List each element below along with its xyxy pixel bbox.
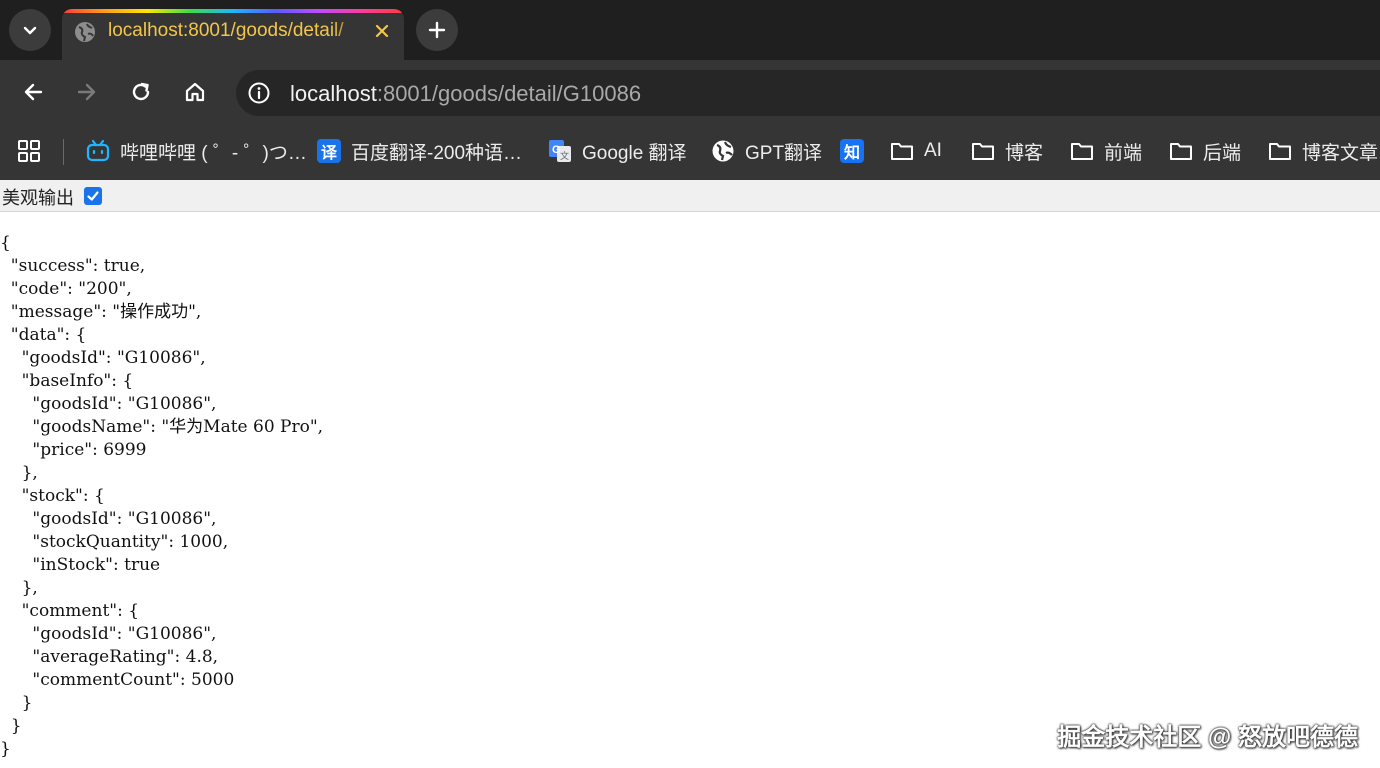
globe-icon [712,140,734,162]
apps-grid-icon[interactable] [17,139,41,163]
bookmarks-divider [63,139,64,165]
arrow-right-icon [77,83,96,101]
json-line: "baseInfo": { [0,371,134,391]
bookmark-label: Google 翻译 [582,142,687,164]
reload-icon [132,82,150,101]
forward-button[interactable] [69,74,105,110]
new-tab-button[interactable] [416,9,458,51]
folder-icon [1269,143,1291,160]
tab-search-button[interactable] [9,9,51,51]
address-bar[interactable]: localhost:8001/goods/detail/G10086 [236,70,1380,116]
json-line: "price": 6999 [0,440,147,460]
json-line: "stock": { [0,486,105,506]
json-viewer: { "success": true, "code": "200", "messa… [0,232,323,761]
json-line: "goodsName": "华为Mate 60 Pro", [0,417,324,437]
json-line: { [0,233,11,253]
baidu-translate-icon: 译 [317,139,341,163]
folder-icon [1071,143,1093,160]
arrow-left-icon [24,83,43,101]
bookmark-gpt-translate[interactable]: GPT翻译 [711,137,822,165]
bookmark-label: AI [924,140,942,161]
pretty-print-checkbox[interactable] [84,187,102,205]
bookmark-zhihu[interactable]: 知 [840,137,874,165]
tab-close-button[interactable] [370,19,394,43]
bookmark-folder-frontend[interactable]: 前端 [1070,137,1142,165]
bookmark-label: 哔哩哔哩 ( ゜- ゜)つ… [120,142,307,164]
bookmark-label: 博客文章 [1302,142,1379,164]
tab-title: localhost:8001/goods/detail/ [108,20,344,41]
globe-icon [75,22,95,42]
info-icon[interactable] [248,82,270,104]
reload-button[interactable] [123,74,159,110]
watermark: 掘金技术社区 @ 怒放吧德德 [1057,724,1358,751]
bookmarks-bar: 哔哩哔哩 ( ゜- ゜)つ… 译 百度翻译-200种语… G 文 Google … [0,124,1380,180]
json-line: }, [0,578,38,598]
active-tab[interactable]: localhost:8001/goods/detail/ [62,9,404,60]
bookmark-label: 后端 [1203,142,1242,164]
json-line: "comment": { [0,601,140,621]
pretty-print-label: 美观输出 [2,188,74,209]
url-path: :8001/goods/detail/G10086 [376,81,642,106]
json-line: } [0,716,22,736]
json-line: "goodsId": "G10086", [0,624,217,644]
json-line: "stockQuantity": 1000, [0,532,229,552]
pretty-print-bar: 美观输出 [0,180,1380,212]
json-line: }, [0,463,38,483]
bilibili-icon [86,139,110,162]
toolbar: localhost:8001/goods/detail/G10086 [0,60,1380,124]
bookmark-folder-blog[interactable]: 博客 [971,137,1043,165]
home-button[interactable] [177,74,213,110]
google-translate-icon: G 文 [549,140,571,162]
json-line: } [0,693,33,713]
back-button[interactable] [15,74,51,110]
zhihu-icon: 知 [840,139,864,163]
checkmark-icon [87,191,99,201]
close-icon [375,24,389,38]
json-line: } [0,739,11,759]
folder-icon [1170,143,1192,160]
bookmark-label: 博客 [1005,142,1044,164]
bookmark-label: GPT翻译 [745,142,823,164]
bookmark-label: 百度翻译-200种语… [351,142,523,164]
json-line: "goodsId": "G10086", [0,348,206,368]
bookmark-folder-backend[interactable]: 后端 [1169,137,1241,165]
bookmark-folder-ai[interactable]: AI [890,137,942,165]
svg-text:文: 文 [560,150,569,162]
json-line: "goodsId": "G10086", [0,509,217,529]
folder-icon [972,143,994,160]
json-line: "success": true, [0,256,146,276]
json-line: "code": "200", [0,279,132,299]
bookmark-label: 前端 [1104,142,1143,164]
plus-icon [428,21,446,39]
tab-rainbow-border [62,9,404,13]
bookmark-folder-blog-articles[interactable]: 博客文章 [1268,137,1378,165]
url-host: localhost [290,81,377,106]
home-icon [185,82,205,102]
json-line: "goodsId": "G10086", [0,394,217,414]
bookmark-google-translate[interactable]: G 文 Google 翻译 [548,137,687,165]
json-line: "commentCount": 5000 [0,670,235,690]
json-line: "averageRating": 4.8, [0,647,219,667]
chevron-down-icon [23,26,37,35]
json-line: "message": "操作成功", [0,302,202,322]
bookmark-baidu-translate[interactable]: 译 百度翻译-200种语… [317,137,522,165]
bookmark-bilibili[interactable]: 哔哩哔哩 ( ゜- ゜)つ… [86,137,307,165]
json-line: "data": { [0,325,87,345]
json-line: "inStock": true [0,555,161,575]
url-text: localhost:8001/goods/detail/G10086 [290,81,641,107]
folder-icon [891,143,913,160]
tab-strip: localhost:8001/goods/detail/ [0,0,1380,60]
page-content: 美观输出 { "success": true, "code": "200", "… [0,180,1380,768]
